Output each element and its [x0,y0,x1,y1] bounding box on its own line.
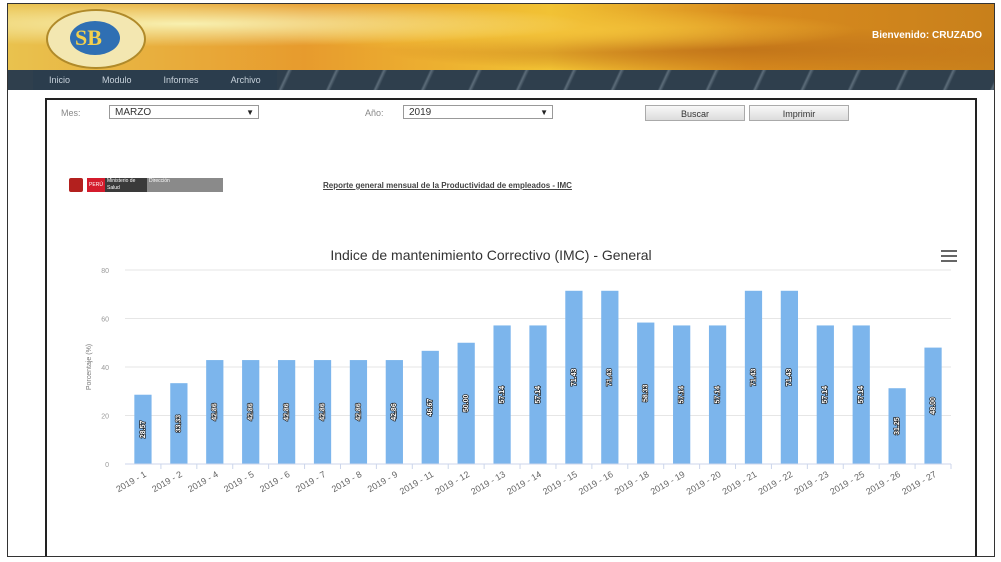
x-tick-label: 2019 - 2 [150,469,184,494]
x-tick-label: 2019 - 23 [792,469,830,497]
x-tick-label: 2019 - 27 [900,469,938,497]
nav-item-inicio[interactable]: Inicio [33,70,86,90]
chevron-down-icon: ▼ [540,108,548,117]
nav-item-modulo[interactable]: Modulo [86,70,148,90]
y-tick-label: 20 [101,414,109,421]
data-label: 57.14 [858,386,865,404]
data-label: 31.25 [894,417,901,435]
x-tick-label: 2019 - 9 [366,469,400,494]
x-tick-label: 2019 - 15 [541,469,579,497]
x-tick-label: 2019 - 5 [222,469,256,494]
x-tick-label: 2019 - 18 [613,469,651,497]
x-tick-label: 2019 - 19 [649,469,687,497]
anio-label: Año: [365,108,384,118]
imprimir-button[interactable]: Imprimir [749,105,849,121]
x-tick-label: 2019 - 16 [577,469,615,497]
minsa-logo: PERÚ Ministerio de Salud Dirección [69,178,229,192]
data-label: 42.86 [391,403,398,421]
institution-logo: SB [46,9,146,69]
filter-bar: Mes: MARZO ▼ Año: 2019 ▼ Buscar Imprimir [47,100,975,128]
data-label: 71.43 [571,369,578,387]
y-tick-label: 0 [105,462,109,469]
y-axis-label: Porcentaje (%) [86,344,93,390]
logo-peru: PERÚ [87,178,105,192]
logo-ministerio: Ministerio de Salud [105,178,147,192]
data-label: 42.86 [355,403,362,421]
y-tick-label: 80 [101,268,109,275]
data-label: 42.86 [248,403,255,421]
data-label: 71.43 [607,369,614,387]
app-window: SB Bienvenido: CRUZADO Inicio Modulo Inf… [7,3,995,557]
data-label: 57.14 [499,386,506,404]
anio-select-value: 2019 [409,107,432,118]
data-label: 57.14 [535,386,542,404]
x-tick-label: 2019 - 11 [398,469,435,496]
x-tick-label: 2019 - 13 [469,469,507,497]
data-label: 42.86 [283,403,290,421]
x-tick-label: 2019 - 6 [258,469,292,494]
data-label: 33.33 [176,415,183,433]
data-label: 71.43 [786,369,793,387]
data-label: 42.86 [319,403,326,421]
chevron-down-icon: ▼ [246,108,254,117]
x-tick-label: 2019 - 26 [864,469,902,497]
y-tick-label: 60 [101,317,109,324]
data-label: 57.14 [822,386,829,404]
mes-select-value: MARZO [115,107,152,118]
data-label: 57.14 [678,386,685,404]
data-label: 50.00 [463,395,470,413]
nav-item-informes[interactable]: Informes [148,70,215,90]
x-tick-label: 2019 - 8 [330,469,364,494]
data-label: 42.86 [212,403,219,421]
nav-menu: Inicio Modulo Informes Archivo [33,70,277,90]
bar-chart: Indice de mantenimiento Correctivo (IMC)… [86,247,952,497]
buscar-button[interactable]: Buscar [645,105,745,121]
x-tick-label: 2019 - 12 [433,469,471,497]
logo-direccion: Dirección [147,178,223,192]
x-tick-label: 2019 - 22 [756,469,794,497]
logo-text: SB [75,25,102,50]
report-panel: Mes: MARZO ▼ Año: 2019 ▼ Buscar Imprimir… [45,98,977,556]
data-label: 46.67 [427,399,434,417]
header-banner: SB Bienvenido: CRUZADO [8,4,994,70]
peru-shield-icon [69,178,83,192]
data-label: 57.14 [714,386,721,404]
x-tick-label: 2019 - 25 [828,469,866,497]
x-tick-label: 2019 - 7 [294,469,328,494]
data-label: 71.43 [750,369,757,387]
x-tick-label: 2019 - 20 [685,469,723,497]
x-tick-label: 2019 - 21 [721,469,759,497]
data-label: 58.33 [643,384,650,402]
anio-select[interactable]: 2019 ▼ [403,105,553,119]
nav-item-archivo[interactable]: Archivo [215,70,277,90]
data-label: 28.57 [140,421,147,439]
y-tick-label: 40 [101,365,109,372]
x-tick-label: 2019 - 14 [505,469,543,497]
report-title-link[interactable]: Reporte general mensual de la Productivi… [323,181,572,190]
welcome-text: Bienvenido: CRUZADO [872,30,982,41]
x-tick-label: 2019 - 4 [186,469,220,494]
data-label: 48.00 [930,397,937,415]
mes-select[interactable]: MARZO ▼ [109,105,259,119]
x-tick-label: 2019 - 1 [114,469,148,494]
chart-title: Indice de mantenimiento Correctivo (IMC)… [330,247,651,263]
mes-label: Mes: [61,108,81,118]
